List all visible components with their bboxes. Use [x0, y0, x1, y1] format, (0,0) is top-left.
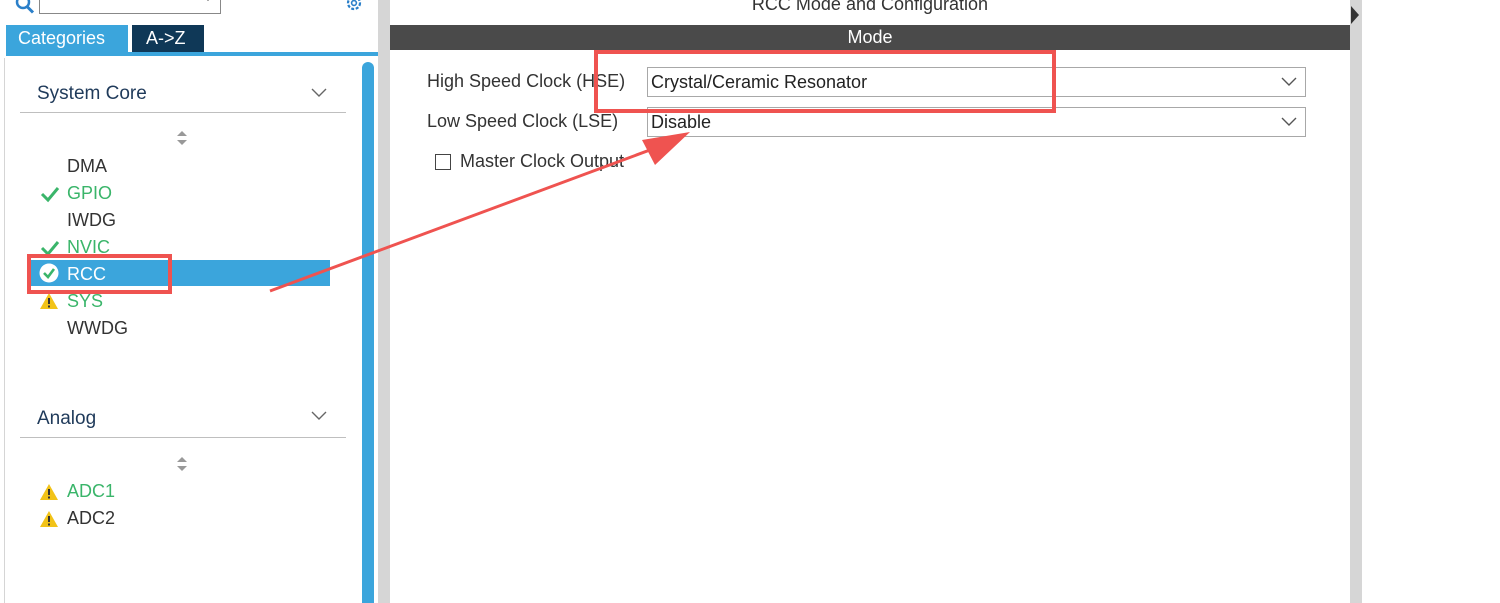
chevron-down-icon[interactable]: [202, 0, 214, 4]
search-icon[interactable]: [14, 0, 36, 16]
panel-splitter[interactable]: [378, 0, 390, 603]
right-scrollbar[interactable]: [1350, 0, 1362, 603]
collapse-arrow-icon[interactable]: [1349, 4, 1361, 26]
tab-categories[interactable]: Categories: [6, 25, 128, 52]
chevron-down-icon[interactable]: [1281, 77, 1297, 87]
list-item-adc2[interactable]: ADC2: [67, 506, 115, 530]
category-header-system-core[interactable]: System Core: [37, 83, 147, 105]
list-item-wwdg[interactable]: WWDG: [67, 316, 128, 340]
list-item-adc1[interactable]: ADC1: [67, 479, 115, 503]
master-clock-output-label[interactable]: Master Clock Output: [460, 151, 624, 172]
category-divider: [20, 112, 346, 113]
list-item-gpio[interactable]: GPIO: [67, 181, 112, 205]
warning-icon: [40, 484, 58, 500]
tab-a-z[interactable]: A->Z: [132, 25, 204, 52]
config-title: RCC Mode and Configuration: [751, 0, 989, 14]
category-list: [4, 58, 376, 603]
chevron-down-icon[interactable]: [311, 411, 327, 421]
tab-underline: [6, 52, 378, 56]
warning-icon: [40, 293, 58, 309]
chevron-down-icon[interactable]: [1281, 117, 1297, 127]
category-divider: [20, 437, 346, 438]
lse-label: Low Speed Clock (LSE): [427, 111, 619, 131]
checkmark-icon: [40, 187, 60, 203]
sort-icon[interactable]: [176, 456, 188, 472]
annotation-box-rcc: [27, 254, 172, 294]
annotation-box-hse: [594, 50, 1056, 113]
list-item-dma[interactable]: DMA: [67, 154, 107, 178]
gear-icon[interactable]: [342, 0, 366, 16]
search-input[interactable]: [39, 0, 221, 14]
category-header-analog[interactable]: Analog: [37, 408, 96, 430]
master-clock-output-checkbox[interactable]: [435, 154, 451, 170]
sort-icon[interactable]: [176, 130, 188, 146]
warning-icon: [40, 511, 58, 527]
chevron-down-icon[interactable]: [311, 88, 327, 98]
list-item-iwdg[interactable]: IWDG: [67, 208, 116, 232]
list-scrollbar[interactable]: [362, 62, 374, 603]
lse-select-value: Disable: [651, 112, 712, 132]
left-panel: Categories A->Z System Core DMA GPIO IWD…: [0, 0, 378, 603]
mode-section-header: Mode: [390, 25, 1350, 50]
